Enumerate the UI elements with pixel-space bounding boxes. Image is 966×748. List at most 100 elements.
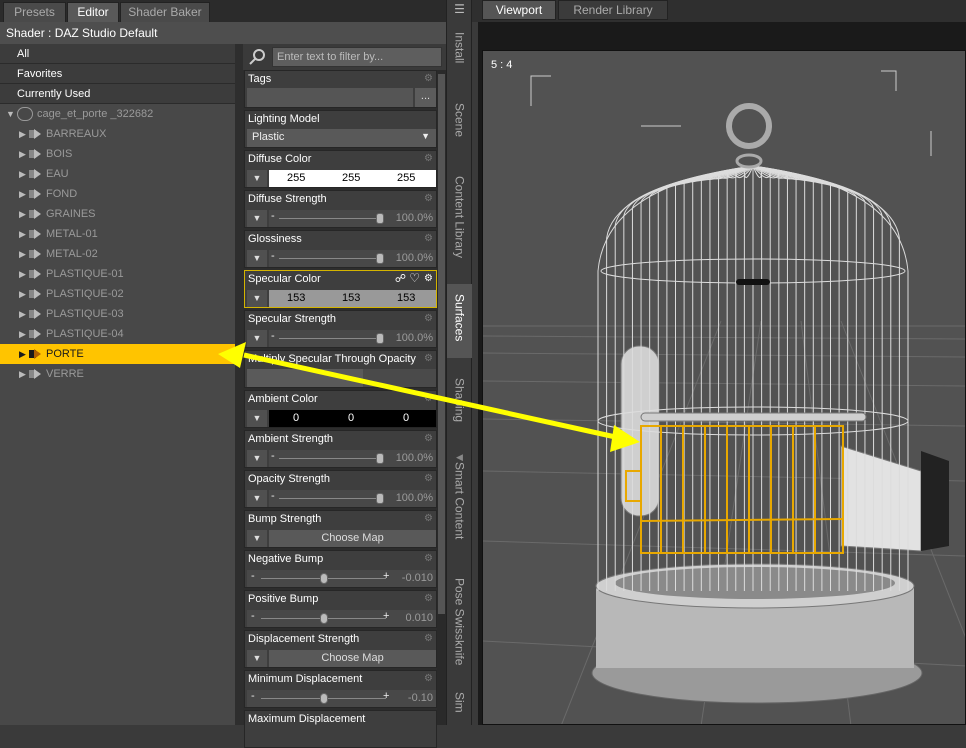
- tab-render-library[interactable]: Render Library: [558, 0, 668, 20]
- tree-scrollbar[interactable]: [235, 44, 243, 725]
- value-slider[interactable]: - 100.0%: [269, 250, 436, 267]
- tree-item[interactable]: ▶ METAL-01: [0, 224, 238, 244]
- favorite-heart-icon[interactable]: ♡: [409, 271, 420, 285]
- value-slider[interactable]: - 100.0%: [269, 490, 436, 507]
- slider-knob[interactable]: [376, 213, 384, 224]
- side-tab-sim[interactable]: Sim: [447, 692, 472, 725]
- tags-field[interactable]: [247, 88, 413, 107]
- tree-item[interactable]: ▶ FOND: [0, 184, 238, 204]
- gear-icon[interactable]: ⚙: [424, 273, 433, 284]
- gear-icon[interactable]: ⚙: [424, 313, 433, 324]
- specular-color-field[interactable]: 153 153 153: [269, 290, 436, 307]
- value-slider[interactable]: - + -0.10: [247, 690, 436, 707]
- slider-knob[interactable]: [376, 493, 384, 504]
- gear-icon[interactable]: ⚙: [424, 673, 433, 684]
- dropdown-button[interactable]: ▼: [247, 170, 267, 187]
- side-tab-surfaces[interactable]: Surfaces: [447, 284, 472, 358]
- slider-knob[interactable]: [319, 613, 328, 624]
- slider-knob[interactable]: [376, 453, 384, 464]
- side-tab-smart-content[interactable]: Smart Content: [447, 462, 472, 552]
- menu-lines-icon[interactable]: ☰: [447, 0, 472, 18]
- gear-icon[interactable]: ⚙: [424, 593, 433, 604]
- value-slider[interactable]: - 100.0%: [269, 450, 436, 467]
- minus-icon[interactable]: -: [251, 690, 255, 702]
- minus-icon[interactable]: -: [271, 490, 275, 502]
- side-tab-content-library[interactable]: Content Library: [447, 176, 472, 268]
- slider-knob[interactable]: [376, 333, 384, 344]
- tab-editor[interactable]: Editor: [67, 2, 119, 22]
- gear-icon[interactable]: ⚙: [424, 433, 433, 444]
- minus-icon[interactable]: -: [271, 330, 275, 342]
- expand-arrow-icon[interactable]: ▶: [19, 344, 26, 364]
- value-slider[interactable]: - + -0.010: [247, 570, 436, 587]
- expand-arrow-icon[interactable]: ▶: [19, 284, 26, 304]
- ambient-color-field[interactable]: 0 0 0: [269, 410, 436, 427]
- lighting-model-select[interactable]: Plastic ▼: [247, 129, 436, 147]
- properties-scrollbar[interactable]: [437, 70, 446, 725]
- dropdown-button[interactable]: ▼: [247, 490, 267, 507]
- viewport-3d[interactable]: 5 : 4: [482, 50, 966, 725]
- tree-root[interactable]: ▼ cage_et_porte _322682: [0, 104, 238, 124]
- minus-icon[interactable]: -: [271, 210, 275, 222]
- value-slider[interactable]: - 100.0%: [269, 330, 436, 347]
- tree-item[interactable]: ▶ PLASTIQUE-01: [0, 264, 238, 284]
- tree-item[interactable]: ▶ BOIS: [0, 144, 238, 164]
- tree-item[interactable]: ▶ VERRE: [0, 364, 238, 384]
- expand-arrow-icon[interactable]: ▶: [19, 144, 26, 164]
- dropdown-button[interactable]: ▼: [247, 250, 267, 267]
- tab-presets[interactable]: Presets: [3, 2, 66, 22]
- minus-icon[interactable]: -: [251, 610, 255, 622]
- plus-icon[interactable]: +: [383, 690, 389, 702]
- expand-arrow-icon[interactable]: ▶: [19, 304, 26, 324]
- expand-arrow-icon[interactable]: ▶: [19, 184, 26, 204]
- expand-arrow-icon[interactable]: ▶: [19, 264, 26, 284]
- category-favorites[interactable]: Favorites: [0, 64, 238, 84]
- expand-arrow-icon[interactable]: ▼: [6, 104, 15, 124]
- gear-icon[interactable]: ⚙: [424, 393, 433, 404]
- expand-arrow-icon[interactable]: ▶: [19, 204, 26, 224]
- tree-item[interactable]: ▶ BARREAUX: [0, 124, 238, 144]
- expand-arrow-icon[interactable]: ▶: [19, 364, 26, 384]
- gear-icon[interactable]: ⚙: [424, 353, 433, 364]
- link-icon[interactable]: ☍: [395, 272, 406, 285]
- tree-item[interactable]: ▶ METAL-02: [0, 244, 238, 264]
- expand-arrow-icon[interactable]: ▶: [19, 124, 26, 144]
- dropdown-button[interactable]: ▼: [247, 650, 267, 667]
- dropdown-button[interactable]: ▼: [247, 290, 267, 307]
- dropdown-button[interactable]: ▼: [247, 450, 267, 467]
- dropdown-button[interactable]: ▼: [247, 330, 267, 347]
- value-slider[interactable]: - +0.010: [247, 610, 436, 627]
- minus-icon[interactable]: -: [271, 250, 275, 262]
- category-currently-used[interactable]: Currently Used: [0, 84, 238, 104]
- tags-browse-button[interactable]: ...: [415, 88, 436, 107]
- category-all[interactable]: All: [0, 44, 238, 64]
- expand-arrow-icon[interactable]: ▶: [19, 164, 26, 184]
- multiply-specular-toggle[interactable]: [247, 369, 436, 387]
- gear-icon[interactable]: ⚙: [424, 473, 433, 484]
- gear-icon[interactable]: ⚙: [424, 513, 433, 524]
- choose-map-button[interactable]: Choose Map: [269, 530, 436, 547]
- minus-icon[interactable]: -: [251, 570, 255, 582]
- filter-input[interactable]: Enter text to filter by...: [272, 47, 442, 67]
- dropdown-button[interactable]: ▼: [247, 210, 267, 227]
- gear-icon[interactable]: ⚙: [424, 153, 433, 164]
- tree-item[interactable]: ▶ EAU: [0, 164, 238, 184]
- tree-item[interactable]: ▶ GRAINES: [0, 204, 238, 224]
- tree-item[interactable]: ▶ PLASTIQUE-02: [0, 284, 238, 304]
- value-slider[interactable]: - 100.0%: [269, 210, 436, 227]
- slider-knob[interactable]: [376, 253, 384, 264]
- scroll-thumb[interactable]: [438, 74, 445, 614]
- side-tab-pose-swissknife[interactable]: Pose Swissknife: [447, 578, 472, 674]
- side-tab-shaping[interactable]: Shaping: [447, 378, 472, 434]
- gear-icon[interactable]: ⚙: [424, 73, 433, 84]
- tree-item[interactable]: ▶ PORTE: [0, 344, 238, 364]
- slider-knob[interactable]: [319, 693, 328, 704]
- expand-arrow-icon[interactable]: ▶: [19, 244, 26, 264]
- expand-arrow-icon[interactable]: ▶: [19, 324, 26, 344]
- plus-icon[interactable]: +: [383, 610, 389, 622]
- tab-viewport[interactable]: Viewport: [482, 0, 556, 20]
- tab-shader-baker[interactable]: Shader Baker: [120, 2, 210, 22]
- plus-icon[interactable]: +: [383, 570, 389, 582]
- gear-icon[interactable]: ⚙: [424, 633, 433, 644]
- side-tab-scene[interactable]: Scene: [447, 103, 472, 153]
